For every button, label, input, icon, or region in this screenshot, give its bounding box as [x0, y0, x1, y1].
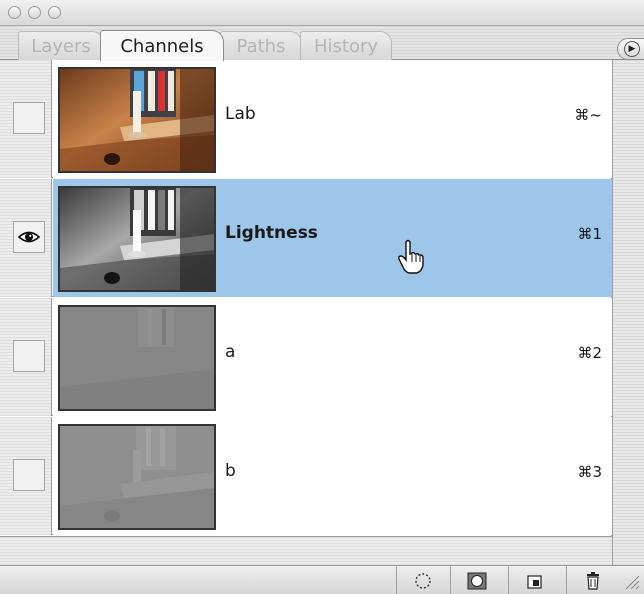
visibility-toggle[interactable]	[13, 102, 45, 134]
dotted-circle-icon	[415, 573, 431, 589]
channel-name: Lightness	[225, 223, 318, 243]
channel-thumbnail-lab	[58, 67, 216, 173]
channel-shortcut: ⌘2	[577, 344, 602, 362]
channel-row-content[interactable]: a ⌘2	[53, 298, 612, 416]
delete-channel-button[interactable]	[566, 566, 618, 594]
channels-bottom-toolbar	[0, 565, 644, 594]
channel-shortcut: ⌘1	[577, 225, 602, 243]
visibility-column	[0, 179, 52, 297]
zoom-button[interactable]	[48, 6, 61, 19]
window-title-bar	[0, 0, 644, 26]
channel-name: b	[225, 461, 236, 481]
tab-channels[interactable]: Channels	[100, 30, 224, 61]
channel-shortcut: ⌘~	[574, 106, 602, 124]
create-new-channel-button[interactable]	[508, 566, 560, 594]
load-channel-as-selection-button[interactable]	[396, 566, 448, 594]
trash-icon	[587, 572, 599, 590]
visibility-column	[0, 298, 52, 416]
mask-circle-icon	[467, 572, 487, 590]
new-page-icon	[527, 575, 542, 589]
resize-grip-icon[interactable]	[622, 572, 640, 590]
visibility-column	[0, 417, 52, 535]
channel-row-content[interactable]: Lightness ⌘1	[53, 179, 612, 297]
channel-thumbnail-a	[58, 305, 216, 411]
channel-row-a[interactable]: a ⌘2	[0, 298, 612, 416]
channel-list: Lab ⌘~ Lightness ⌘1 a ⌘2 b ⌘3	[0, 60, 612, 574]
visibility-toggle[interactable]	[13, 459, 45, 491]
channel-row-lightness[interactable]: Lightness ⌘1	[0, 179, 612, 297]
channel-row-content[interactable]: b ⌘3	[53, 417, 612, 535]
panel-tab-strip: Layers Paths History Channels ▶	[0, 26, 644, 61]
channel-thumbnail-b	[58, 424, 216, 530]
channel-thumbnail-lightness	[58, 186, 216, 292]
channel-name: a	[225, 342, 236, 362]
minimize-button[interactable]	[28, 6, 41, 19]
hand-pointer-icon	[398, 239, 424, 274]
visibility-column	[0, 60, 52, 178]
tab-layers[interactable]: Layers	[18, 31, 104, 60]
panel-menu-button[interactable]: ▶	[617, 38, 644, 60]
vertical-scrollbar[interactable]	[612, 60, 644, 565]
triangle-right-icon: ▶	[624, 41, 640, 57]
eye-icon	[18, 231, 40, 243]
visibility-toggle[interactable]	[13, 221, 45, 253]
channel-name: Lab	[225, 104, 256, 124]
tab-paths[interactable]: Paths	[220, 31, 302, 60]
channel-row-b[interactable]: b ⌘3	[0, 417, 612, 535]
channel-row-lab[interactable]: Lab ⌘~	[0, 60, 612, 178]
close-button[interactable]	[8, 6, 21, 19]
channel-shortcut: ⌘3	[577, 463, 602, 481]
tab-history[interactable]: History	[300, 31, 392, 60]
visibility-toggle[interactable]	[13, 340, 45, 372]
channel-row-content[interactable]: Lab ⌘~	[53, 60, 612, 178]
save-selection-as-channel-button[interactable]	[450, 566, 502, 594]
